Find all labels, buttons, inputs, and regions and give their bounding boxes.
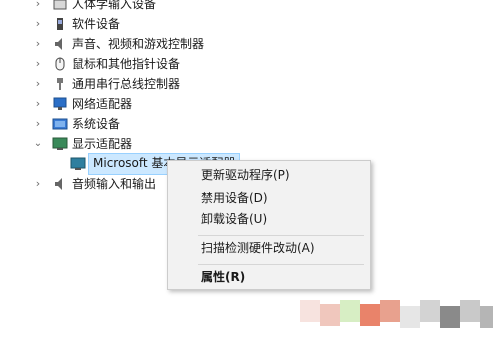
menu-item-scan-hardware[interactable]: 扫描检测硬件改动(A) bbox=[168, 238, 370, 258]
tree-item-label: 显示适配器 bbox=[72, 137, 133, 151]
tree-item-label: 通用串行总线控制器 bbox=[72, 77, 181, 91]
menu-item-uninstall-device[interactable]: 卸载设备(U) bbox=[168, 209, 370, 229]
chevron-right-icon[interactable]: › bbox=[33, 34, 43, 54]
display-icon bbox=[52, 137, 68, 150]
usb-icon bbox=[57, 78, 63, 90]
system-icon bbox=[52, 118, 68, 130]
context-menu: 更新驱动程序(P) 禁用设备(D) 卸载设备(U) 扫描检测硬件改动(A) 属性… bbox=[167, 160, 371, 290]
tree-item-label: 人体学输入设备 bbox=[72, 0, 157, 11]
tree-item-label: 音频输入和输出 bbox=[72, 177, 157, 191]
menu-separator bbox=[198, 264, 364, 265]
menu-item-label: 禁用设备(D) bbox=[201, 191, 268, 205]
chevron-right-icon[interactable]: › bbox=[33, 174, 43, 194]
menu-item-disable-device[interactable]: 禁用设备(D) bbox=[168, 188, 370, 208]
speaker-icon bbox=[55, 178, 62, 190]
chevron-right-icon[interactable]: › bbox=[33, 14, 43, 34]
chevron-down-icon[interactable]: ⌄ bbox=[33, 134, 43, 154]
chevron-right-icon[interactable]: › bbox=[33, 94, 43, 114]
menu-item-properties[interactable]: 属性(R) bbox=[168, 267, 370, 287]
mouse-icon bbox=[55, 57, 65, 71]
monitor-icon bbox=[70, 157, 86, 170]
software-device-icon bbox=[57, 18, 63, 30]
chevron-right-icon[interactable]: › bbox=[33, 54, 43, 74]
hid-icon bbox=[53, 0, 67, 10]
menu-item-label: 扫描检测硬件改动(A) bbox=[201, 241, 315, 255]
tree-item-label: 声音、视频和游戏控制器 bbox=[72, 37, 205, 51]
tree-item-label: 软件设备 bbox=[72, 17, 121, 31]
menu-item-update-driver[interactable]: 更新驱动程序(P) bbox=[168, 165, 370, 185]
speaker-icon bbox=[55, 38, 62, 50]
menu-item-label: 属性(R) bbox=[201, 270, 246, 284]
menu-item-label: 更新驱动程序(P) bbox=[201, 168, 290, 182]
chevron-right-icon[interactable]: › bbox=[33, 0, 43, 14]
tree-item-label: 系统设备 bbox=[72, 117, 121, 131]
menu-item-label: 卸载设备(U) bbox=[201, 212, 268, 226]
chevron-right-icon[interactable]: › bbox=[33, 74, 43, 94]
tree-item-label: 网络适配器 bbox=[72, 97, 133, 111]
tree-item-label: 鼠标和其他指针设备 bbox=[72, 57, 181, 71]
chevron-right-icon[interactable]: › bbox=[33, 114, 43, 134]
menu-separator bbox=[198, 235, 364, 236]
network-icon bbox=[53, 97, 67, 110]
